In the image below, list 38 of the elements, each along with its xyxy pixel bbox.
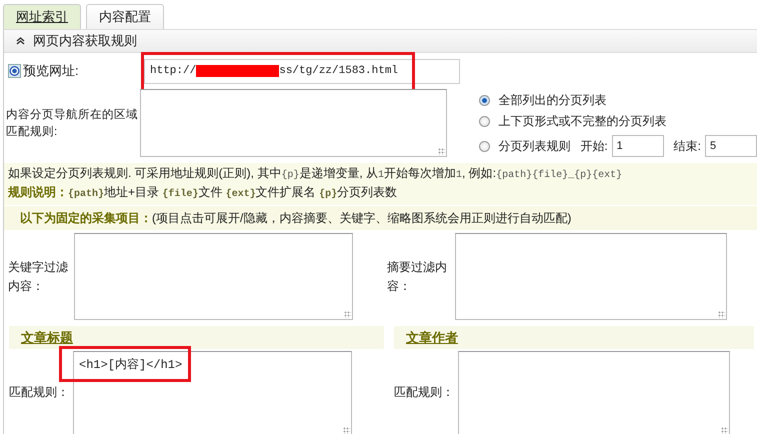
- help-icon[interactable]: [8, 64, 21, 78]
- collapse-icon: [16, 37, 25, 45]
- radio-label: 上下页形式或不完整的分页列表: [498, 113, 666, 130]
- url-field[interactable]: http:// ss/tg/zz/1583.html: [144, 58, 460, 84]
- field-title[interactable]: 文章标题: [21, 328, 73, 346]
- field-label: 关键字过滤内容：: [7, 258, 69, 294]
- tab[interactable]: 网址索引: [3, 4, 81, 29]
- resize-grip-icon[interactable]: [344, 311, 351, 318]
- field-title[interactable]: 文章作者: [406, 328, 458, 346]
- field-label: 匹配规则：: [9, 384, 70, 401]
- rule-textarea[interactable]: [140, 89, 448, 157]
- field-label: 结束:: [674, 138, 701, 154]
- radio-button[interactable]: [479, 116, 490, 127]
- field-title-bar[interactable]: 文章标题: [9, 326, 384, 349]
- field-label: 预览网址:: [23, 62, 79, 80]
- filter-textarea[interactable]: [455, 233, 727, 320]
- field-label: 开始:: [580, 138, 608, 154]
- tab[interactable]: 内容配置: [86, 4, 164, 29]
- field-title-bar[interactable]: 文章作者: [394, 326, 754, 349]
- fixed-items-note: (项目点击可展开/隐藏，内容摘要、关键字、缩略图系统会用正则进行自动匹配): [152, 210, 572, 226]
- field-label: 匹配规则：: [394, 384, 455, 401]
- radio-button[interactable]: [479, 95, 490, 106]
- start-field[interactable]: 1: [612, 135, 664, 157]
- end-field[interactable]: 5: [705, 135, 757, 157]
- section-header[interactable]: 网页内容获取规则: [4, 30, 757, 53]
- radio-button[interactable]: [479, 140, 490, 152]
- radio-label: 分页列表规则: [498, 138, 570, 154]
- resize-grip-icon[interactable]: [718, 311, 725, 318]
- resize-grip-icon[interactable]: [721, 427, 728, 434]
- filter-textarea[interactable]: [74, 233, 353, 320]
- resize-grip-icon[interactable]: [343, 427, 350, 434]
- radio-label: 全部列出的分页列表: [498, 92, 606, 109]
- rule-textarea[interactable]: <h1>[内容]</h1>: [73, 351, 352, 434]
- field-label: 内容分页导航所在的区域匹配规则:: [5, 107, 138, 140]
- resize-grip-icon[interactable]: [438, 148, 446, 155]
- section-title: 网页内容获取规则: [33, 32, 137, 50]
- fixed-items-title: 以下为固定的采集项目：: [20, 210, 152, 226]
- field-label: 摘要过滤内容：: [386, 258, 448, 294]
